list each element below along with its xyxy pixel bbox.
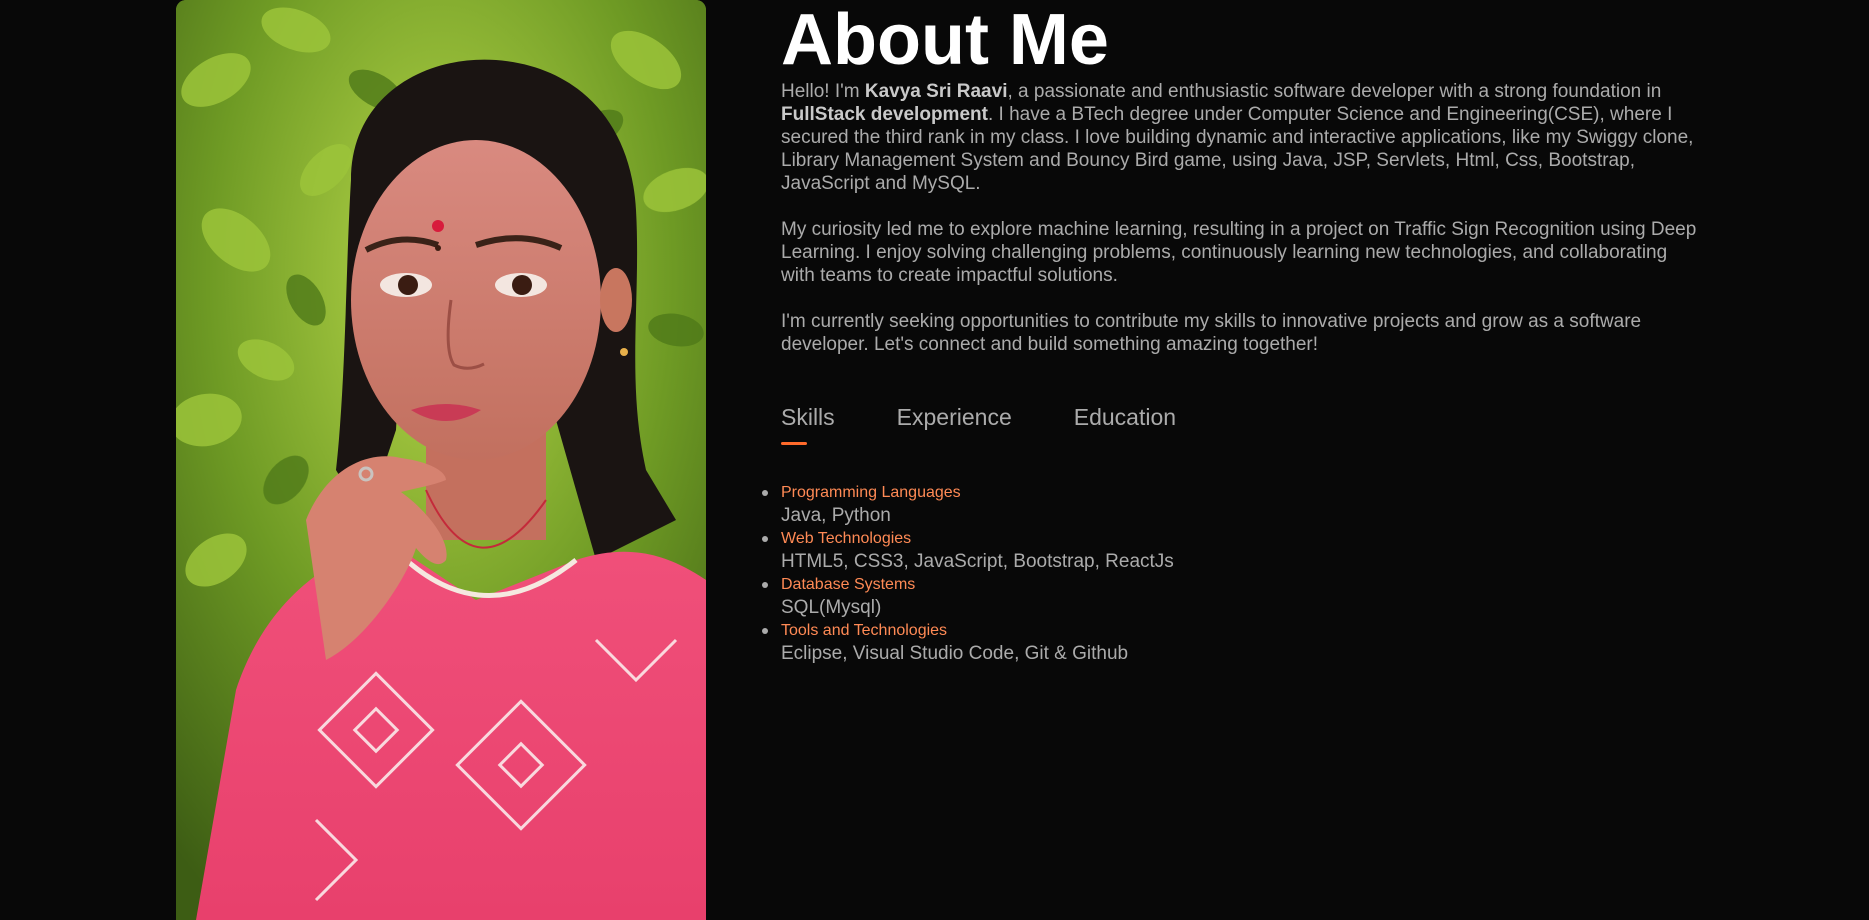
skill-category: Web Technologies (781, 530, 912, 547)
tab-education[interactable]: Education (1074, 404, 1176, 445)
page-title: About Me (781, 0, 1109, 80)
list-item: Tools and Technologies Eclipse, Visual S… (762, 621, 1174, 667)
skill-category: Database Systems (781, 576, 916, 593)
about-section: About Me Hello! I'm Kavya Sri Raavi, a p… (0, 0, 1869, 920)
skill-value: HTML5, CSS3, JavaScript, Bootstrap, Reac… (781, 551, 1174, 572)
bio-mid: , a passionate and enthusiastic software… (1007, 81, 1662, 102)
skill-category: Tools and Technologies (781, 622, 948, 639)
list-item: Programming Languages Java, Python (762, 483, 1174, 529)
bio-spacer (781, 195, 1701, 218)
list-item: Database Systems SQL(Mysql) (762, 575, 1174, 621)
profile-photo (176, 0, 706, 920)
about-content: About Me Hello! I'm Kavya Sri Raavi, a p… (762, 0, 1701, 664)
bio-paragraph-2: My curiosity led me to explore machine l… (781, 219, 1697, 286)
bio-paragraph-1: Hello! I'm Kavya Sri Raavi, a passionate… (781, 80, 1701, 195)
skill-category: Programming Languages (781, 484, 961, 501)
skill-value: Eclipse, Visual Studio Code, Git & Githu… (781, 643, 1129, 664)
bio-spacer (781, 287, 1701, 310)
bio-focus: FullStack development (781, 104, 988, 125)
profile-photo-illustration (176, 0, 706, 920)
bio-paragraph-3: I'm currently seeking opportunities to c… (781, 311, 1642, 355)
bio-name: Kavya Sri Raavi (864, 81, 1008, 102)
skills-list: Programming Languages Java, Python Web T… (762, 483, 1174, 667)
tab-experience[interactable]: Experience (897, 404, 1012, 445)
bio-intro: Hello! I'm (781, 81, 865, 102)
skill-value: SQL(Mysql) (781, 597, 882, 618)
skill-value: Java, Python (781, 505, 891, 526)
tab-skills[interactable]: Skills (781, 404, 835, 445)
list-item: Web Technologies HTML5, CSS3, JavaScript… (762, 529, 1174, 575)
tab-bar: Skills Experience Education (781, 404, 1238, 445)
